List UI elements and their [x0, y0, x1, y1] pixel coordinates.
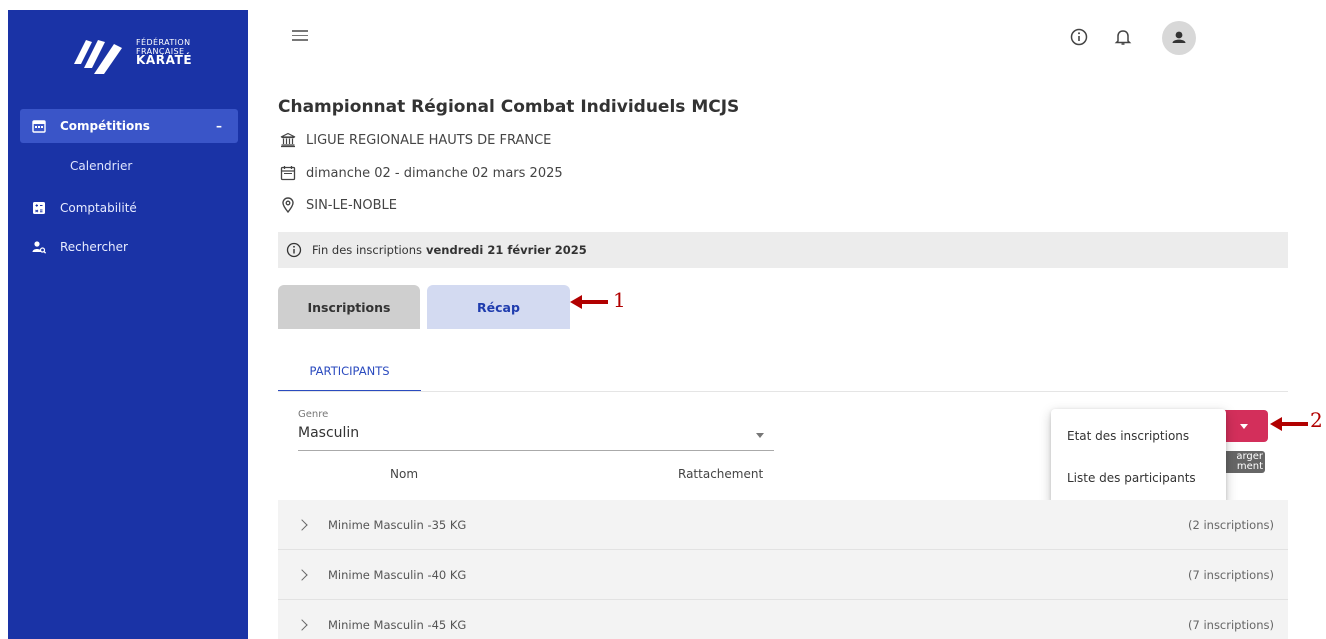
- logo-line-1: FÉDÉRATION: [136, 38, 191, 47]
- logo-line-3: KARATÉ: [136, 53, 193, 67]
- download-tooltip: arger ment: [1220, 451, 1265, 473]
- genre-value: Masculin: [298, 425, 360, 441]
- ffk-logo[interactable]: FÉDÉRATION FRANÇAISE KARATÉ: [68, 34, 208, 78]
- location-text: SIN-LE-NOBLE: [306, 197, 397, 213]
- category-label: Minime Masculin -40 KG: [328, 567, 467, 582]
- deadline-date: vendredi 21 février 2025: [425, 243, 587, 257]
- tab-label: Récap: [477, 299, 520, 315]
- dates-text: dimanche 02 - dimanche 02 mars 2025: [306, 165, 563, 181]
- annotation-arrow-icon: [570, 295, 608, 309]
- tab-recap[interactable]: Récap: [427, 285, 570, 329]
- registration-deadline-banner: Fin des inscriptions vendredi 21 février…: [278, 232, 1288, 268]
- organizer-line: LIGUE REGIONALE HAUTS DE FRANCE: [280, 132, 551, 148]
- genre-label: Genre: [298, 409, 329, 420]
- subtab-label: PARTICIPANTS: [309, 364, 390, 378]
- chevron-right-icon: [296, 568, 308, 581]
- bell-icon[interactable]: [1113, 27, 1133, 47]
- logo-text: FÉDÉRATION FRANÇAISE KARATÉ: [136, 38, 193, 67]
- list-item[interactable]: Minime Masculin -35 KG (2 inscriptions): [278, 500, 1288, 550]
- sidebar-item-label: Comptabilité: [60, 201, 137, 215]
- avatar[interactable]: [1162, 21, 1196, 55]
- page-title: Championnat Régional Combat Individuels …: [278, 97, 740, 117]
- menu-item-etat-des-inscriptions[interactable]: Etat des inscriptions: [1067, 429, 1189, 443]
- deadline-label: Fin des inscriptions: [312, 243, 422, 257]
- calendar-icon: [280, 166, 296, 181]
- sidebar-item-competitions[interactable]: Compétitions –: [20, 109, 238, 143]
- inscriptions-count: (2 inscriptions): [1188, 517, 1274, 532]
- karate-logo-icon: [74, 40, 122, 74]
- column-header-rattachement: Rattachement: [678, 467, 764, 481]
- list-item[interactable]: Minime Masculin -40 KG (7 inscriptions): [278, 550, 1288, 600]
- page: FÉDÉRATION FRANÇAISE KARATÉ Compétitions…: [0, 0, 1326, 639]
- sidebar-item-calendrier[interactable]: Calendrier: [70, 159, 132, 173]
- organizer-text: LIGUE REGIONALE HAUTS DE FRANCE: [306, 132, 552, 148]
- dropdown-arrow-icon[interactable]: [1240, 424, 1248, 429]
- category-label: Minime Masculin -35 KG: [328, 517, 467, 532]
- sidebar-item-rechercher[interactable]: Rechercher: [20, 230, 230, 264]
- menu-item-liste-des-participants[interactable]: Liste des participants: [1067, 471, 1196, 485]
- user-avatar-icon: [1172, 31, 1186, 43]
- sidebar: FÉDÉRATION FRANÇAISE KARATÉ Compétitions…: [8, 10, 248, 639]
- calendar-icon: [32, 120, 46, 133]
- sidebar-item-label: Rechercher: [60, 240, 128, 254]
- dates-line: dimanche 02 - dimanche 02 mars 2025: [280, 165, 563, 181]
- tab-label: Inscriptions: [307, 299, 391, 315]
- download-menu: Etat des inscriptions Liste des particip…: [1051, 409, 1226, 507]
- chevron-right-icon: [296, 618, 308, 631]
- list-item[interactable]: Minime Masculin -45 KG (7 inscriptions): [278, 600, 1288, 639]
- menu-icon[interactable]: [292, 30, 308, 42]
- genre-select[interactable]: Masculin: [298, 425, 774, 451]
- dropdown-arrow-icon: [756, 433, 764, 438]
- inscriptions-count: (7 inscriptions): [1188, 617, 1274, 632]
- column-header-nom: Nom: [390, 467, 419, 481]
- annotation-arrow-icon: [1270, 417, 1308, 431]
- calculator-icon: [33, 202, 45, 214]
- collapse-icon[interactable]: –: [216, 119, 222, 133]
- institution-icon: [280, 132, 296, 148]
- tooltip-line-2: ment: [1236, 461, 1263, 472]
- info-icon[interactable]: [1069, 27, 1089, 47]
- inscriptions-count: (7 inscriptions): [1188, 567, 1274, 582]
- sidebar-item-label: Compétitions: [60, 119, 150, 133]
- location-line: SIN-LE-NOBLE: [280, 197, 397, 213]
- info-icon: [286, 242, 302, 258]
- chevron-right-icon: [296, 518, 308, 531]
- annotation-number-1: 1: [613, 288, 626, 312]
- location-pin-icon: [282, 197, 294, 213]
- tab-inscriptions[interactable]: Inscriptions: [278, 285, 420, 329]
- user-search-icon: [32, 241, 46, 254]
- sidebar-item-comptabilite[interactable]: Comptabilité: [20, 191, 230, 225]
- category-label: Minime Masculin -45 KG: [328, 617, 467, 632]
- subtab-participants[interactable]: PARTICIPANTS: [278, 352, 421, 392]
- annotation-number-2: 2: [1310, 408, 1323, 432]
